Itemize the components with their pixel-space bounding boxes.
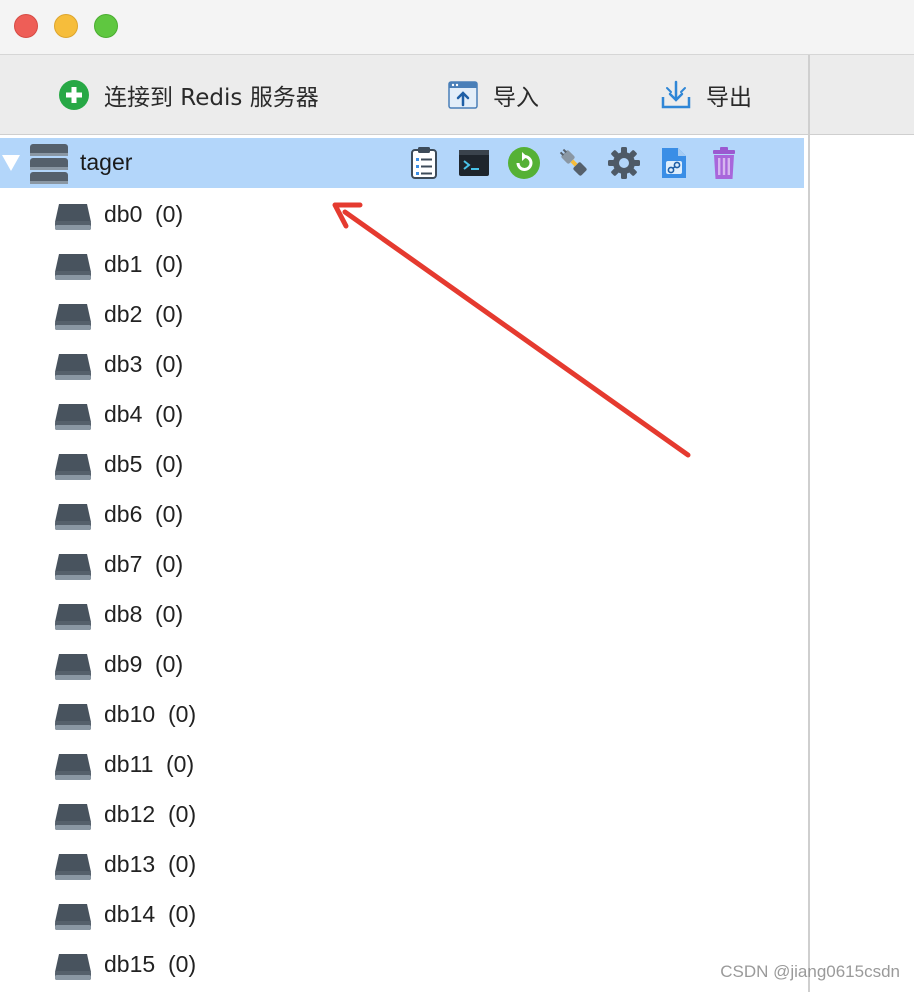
- watermark: CSDN @jiang0615csdn: [720, 962, 900, 981]
- annotation-arrow: [332, 202, 691, 458]
